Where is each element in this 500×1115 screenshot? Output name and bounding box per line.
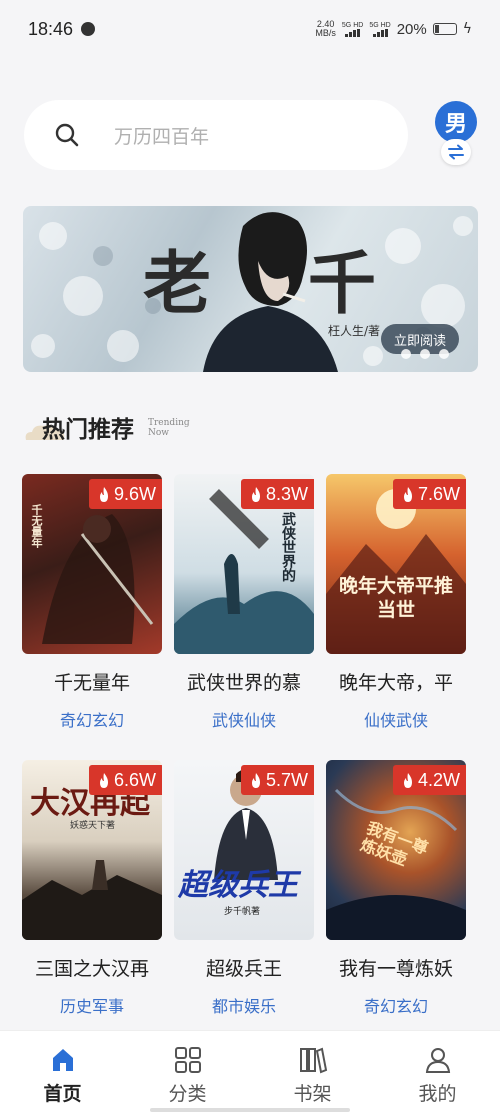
book-title[interactable]: 三国之大汉再 bbox=[22, 954, 162, 981]
banner-title-right: 千 bbox=[308, 244, 377, 324]
flame-icon bbox=[251, 486, 260, 502]
book-genre[interactable]: 奇幻玄幻 bbox=[326, 993, 466, 1017]
popularity-badge: 7.6W bbox=[392, 479, 466, 509]
popularity-badge: 4.2W bbox=[392, 765, 466, 795]
book-title[interactable]: 武侠世界的慕 bbox=[174, 668, 314, 695]
flame-icon bbox=[403, 486, 412, 502]
search-placeholder: 万历四百年 bbox=[114, 125, 210, 148]
book-cover[interactable]: 大汉再起 妖惑天下著 6.6W bbox=[22, 760, 162, 940]
banner-author: 枉人生/著 bbox=[328, 324, 381, 338]
sim2-label: 5G HD bbox=[369, 21, 391, 29]
cover-title: 武侠世界的 bbox=[280, 512, 296, 582]
flame-icon bbox=[99, 486, 108, 502]
book-genre[interactable]: 武侠仙侠 bbox=[174, 707, 314, 731]
flame-icon bbox=[99, 772, 108, 788]
book-card[interactable]: 千无量年 9.6W 千无量年 奇幻玄幻 bbox=[22, 474, 162, 731]
sim2-signal: 5G HD bbox=[369, 21, 391, 37]
book-card[interactable]: 晚年大帝平推当世 7.6W 晚年大帝，平 仙侠武侠 bbox=[326, 474, 466, 731]
popularity-count: 5.7W bbox=[265, 769, 308, 790]
gender-switch-button[interactable] bbox=[441, 139, 471, 165]
book-genre[interactable]: 历史军事 bbox=[22, 993, 162, 1017]
cover-author: 妖惑天下著 bbox=[70, 821, 116, 831]
home-icon bbox=[52, 1049, 73, 1071]
book-card[interactable]: 超级兵王 步千帆著 5.7W 超级兵王 都市娱乐 bbox=[174, 760, 314, 1017]
popularity-badge: 9.6W bbox=[88, 479, 162, 509]
cover-title: 晚年大帝平推当世 bbox=[338, 575, 453, 621]
signal-bars-icon bbox=[345, 28, 361, 37]
search-input[interactable]: 万历四百年 bbox=[24, 100, 408, 170]
book-cover[interactable]: 我有一尊炼妖壶 4.2W bbox=[326, 760, 466, 940]
pagination-dot[interactable] bbox=[439, 349, 449, 359]
popularity-count: 4.2W bbox=[417, 769, 460, 790]
sim1-signal: 5G HD bbox=[342, 22, 363, 37]
book-cover[interactable]: 晚年大帝平推当世 7.6W bbox=[326, 474, 466, 654]
search-icon bbox=[55, 123, 79, 147]
nav-label: 首页 bbox=[43, 1083, 82, 1105]
book-title[interactable]: 晚年大帝，平 bbox=[326, 668, 466, 695]
cover-title: 超级兵王 bbox=[178, 868, 298, 903]
status-right: 2.40 MB/s 5G HD 5G HD 20% ϟ bbox=[315, 20, 472, 38]
category-grid-icon bbox=[174, 1047, 201, 1073]
popularity-count: 7.6W bbox=[417, 483, 460, 504]
popularity-badge: 5.7W bbox=[240, 765, 314, 795]
profile-icon bbox=[425, 1048, 450, 1073]
bookshelf-icon bbox=[299, 1047, 327, 1074]
gender-label: 男 bbox=[444, 111, 467, 137]
nav-item-category[interactable]: 分类 bbox=[125, 1031, 250, 1115]
battery-percent: 20% bbox=[396, 20, 427, 38]
popularity-count: 9.6W bbox=[113, 483, 156, 504]
book-title[interactable]: 超级兵王 bbox=[174, 954, 314, 981]
book-genre[interactable]: 都市娱乐 bbox=[174, 993, 314, 1017]
flame-icon bbox=[403, 772, 412, 788]
bottom-navigation: 首页 分类 书架 我的 bbox=[0, 1030, 500, 1115]
home-indicator bbox=[150, 1108, 350, 1112]
popularity-badge: 6.6W bbox=[88, 765, 162, 795]
sim1-label: 5G HD bbox=[341, 21, 364, 29]
swap-arrows-icon bbox=[448, 144, 464, 160]
popularity-badge: 8.3W bbox=[240, 479, 314, 509]
book-cover[interactable]: 超级兵王 步千帆著 5.7W bbox=[174, 760, 314, 940]
nav-item-home[interactable]: 首页 bbox=[0, 1031, 125, 1115]
book-card[interactable]: 大汉再起 妖惑天下著 6.6W 三国之大汉再 历史军事 bbox=[22, 760, 162, 1017]
book-genre[interactable]: 奇幻玄幻 bbox=[22, 707, 162, 731]
cover-title: 千无量年 bbox=[30, 504, 43, 548]
network-speed: 2.40 MB/s bbox=[315, 20, 336, 38]
nav-label: 分类 bbox=[168, 1083, 207, 1105]
nav-item-bookshelf[interactable]: 书架 bbox=[250, 1031, 375, 1115]
book-card[interactable]: 我有一尊炼妖壶 4.2W 我有一尊炼妖 奇幻玄幻 bbox=[326, 760, 466, 1017]
charging-icon: ϟ bbox=[462, 21, 472, 37]
status-time: 18:46 bbox=[28, 18, 74, 39]
flame-icon bbox=[251, 772, 260, 788]
signal-bars-icon bbox=[372, 28, 388, 37]
book-title[interactable]: 我有一尊炼妖 bbox=[326, 954, 466, 981]
status-left: 18:46 bbox=[28, 18, 96, 40]
section-subtitle: Trending Now bbox=[148, 418, 190, 438]
cover-author: 步千帆著 bbox=[224, 907, 261, 917]
book-genre[interactable]: 仙侠武侠 bbox=[326, 707, 466, 731]
pagination-dot[interactable] bbox=[401, 349, 411, 359]
banner-title-left: 老 bbox=[143, 244, 212, 324]
section-title: 热门推荐 bbox=[42, 416, 134, 443]
status-bar: 18:46 2.40 MB/s 5G HD 5G HD 20% ϟ bbox=[0, 0, 500, 58]
nav-item-profile[interactable]: 我的 bbox=[375, 1031, 500, 1115]
popularity-count: 6.6W bbox=[113, 769, 156, 790]
book-title[interactable]: 千无量年 bbox=[22, 668, 162, 695]
banner-pagination bbox=[401, 349, 449, 359]
section-subtitle-line1: Trending bbox=[148, 418, 190, 428]
section-subtitle-line2: Now bbox=[148, 428, 169, 438]
app-notification-icon bbox=[81, 22, 96, 36]
battery-icon bbox=[432, 23, 457, 35]
featured-banner[interactable]: 老 千 枉人生/著 立即阅读 bbox=[23, 206, 478, 372]
popularity-count: 8.3W bbox=[265, 483, 308, 504]
trending-section-header: 热门推荐 Trending Now bbox=[22, 410, 322, 446]
pagination-dot[interactable] bbox=[420, 349, 430, 359]
nav-label: 书架 bbox=[293, 1083, 332, 1105]
gender-avatar[interactable]: 男 bbox=[435, 101, 477, 143]
book-card[interactable]: 武侠世界的 8.3W 武侠世界的慕 武侠仙侠 bbox=[174, 474, 314, 731]
book-cover[interactable]: 武侠世界的 8.3W bbox=[174, 474, 314, 654]
network-speed-unit: MB/s bbox=[315, 28, 336, 38]
nav-label: 我的 bbox=[418, 1083, 457, 1105]
book-cover[interactable]: 千无量年 9.6W bbox=[22, 474, 162, 654]
